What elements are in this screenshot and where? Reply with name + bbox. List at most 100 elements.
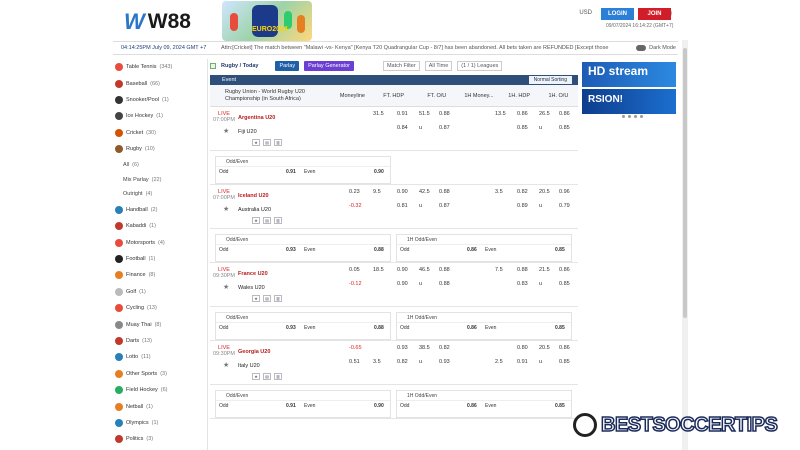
odds-value[interactable]: 0.85	[517, 125, 528, 131]
announcement-text[interactable]: Attn:[Cricket] The match between "Malawi…	[221, 45, 633, 51]
odd-value[interactable]: 0.91	[286, 167, 296, 177]
odds-value[interactable]: 0.88	[439, 281, 450, 287]
login-button[interactable]: LOGIN	[601, 8, 634, 20]
odds-value[interactable]: u	[539, 359, 542, 365]
odds-value[interactable]: 0.96	[559, 189, 570, 195]
parlay-button[interactable]: Parlay	[275, 60, 300, 71]
even-value[interactable]: 0.88	[374, 245, 384, 255]
odds-value[interactable]: u	[419, 125, 422, 131]
odds-value[interactable]: 31.5	[373, 111, 384, 117]
toggle-icon[interactable]	[636, 45, 647, 51]
odds-value[interactable]: 9.5	[373, 189, 381, 195]
odds-value[interactable]: -0.32	[349, 203, 362, 209]
odds-value[interactable]: 0.88	[439, 111, 450, 117]
odds-value[interactable]: 0.93	[397, 345, 408, 351]
odds-value[interactable]: 0.82	[439, 345, 450, 351]
odds-value[interactable]: 0.87	[439, 203, 450, 209]
odds-value[interactable]: u	[419, 281, 422, 287]
favorite-icon[interactable]: ★	[252, 139, 260, 146]
odds-value[interactable]: 18.5	[373, 267, 384, 273]
odds-value[interactable]: 0.81	[397, 203, 408, 209]
chart-icon[interactable]: ▥	[274, 139, 282, 146]
ad-stream[interactable]: HD stream	[582, 62, 676, 87]
odds-value[interactable]: 0.87	[439, 125, 450, 131]
carousel-dot[interactable]	[628, 115, 631, 118]
odds-value[interactable]: u	[419, 203, 422, 209]
sidebar-item[interactable]: Golf (1)	[113, 284, 207, 300]
parlay-generator-button[interactable]: Parlay Generator	[304, 60, 354, 71]
ad-banner[interactable]: HD stream RSION!	[582, 62, 676, 114]
even-value[interactable]: 0.85	[555, 245, 565, 255]
sidebar-item[interactable]: Rugby (10)	[113, 141, 207, 157]
odds-value[interactable]: 0.86	[517, 111, 528, 117]
even-value[interactable]: 0.90	[374, 401, 384, 411]
sidebar-item[interactable]: Kabaddi (1)	[113, 218, 207, 234]
favorite-star-icon[interactable]: ★	[223, 205, 229, 213]
sidebar-item[interactable]: Lotto (11)	[113, 349, 207, 365]
sidebar-item[interactable]: Baseball (66)	[113, 75, 207, 91]
sidebar-item[interactable]: Mix Parlay (22)	[113, 172, 207, 187]
favorite-star-icon[interactable]: ★	[223, 283, 229, 291]
odds-value[interactable]: 7.5	[495, 267, 503, 273]
stats-icon[interactable]: ▤	[263, 139, 271, 146]
chart-icon[interactable]: ▥	[274, 217, 282, 224]
time-select[interactable]: All Time	[424, 60, 453, 71]
odds-value[interactable]: 0.82	[397, 359, 408, 365]
sidebar-item[interactable]: Football (1)	[113, 251, 207, 267]
odds-value[interactable]: 0.88	[439, 189, 450, 195]
odds-value[interactable]: 13.5	[495, 111, 506, 117]
odds-value[interactable]: 0.79	[559, 203, 570, 209]
odds-value[interactable]: u	[539, 281, 542, 287]
odds-value[interactable]: 0.91	[397, 111, 408, 117]
odds-value[interactable]: 0.88	[517, 267, 528, 273]
favorite-icon[interactable]: ★	[252, 295, 260, 302]
odds-value[interactable]: 51.5	[419, 111, 430, 117]
odds-value[interactable]: 0.90	[397, 267, 408, 273]
sidebar-item[interactable]: All (6)	[113, 157, 207, 172]
chart-icon[interactable]: ▥	[274, 295, 282, 302]
odds-value[interactable]: 2.5	[495, 359, 503, 365]
sidebar-item[interactable]: Netball (1)	[113, 398, 207, 414]
ad-version[interactable]: RSION!	[582, 89, 676, 114]
scrollbar-thumb[interactable]	[683, 48, 687, 318]
odds-value[interactable]: 42.5	[419, 189, 430, 195]
odds-value[interactable]: 0.89	[517, 203, 528, 209]
sidebar-item[interactable]: Table Tennis (343)	[113, 59, 207, 75]
carousel-dots[interactable]	[622, 115, 643, 118]
even-value[interactable]: 0.90	[374, 167, 384, 177]
odds-value[interactable]: 21.5	[539, 267, 550, 273]
sidebar-item[interactable]: Cricket (30)	[113, 125, 207, 141]
sidebar-item[interactable]: Handball (2)	[113, 202, 207, 218]
league-name[interactable]: Rugby Union - World Rugby U20 Championsh…	[210, 89, 333, 103]
odd-value[interactable]: 0.86	[467, 323, 477, 333]
odds-value[interactable]: 0.90	[397, 281, 408, 287]
odds-value[interactable]: 0.85	[559, 125, 570, 131]
scrollbar[interactable]	[682, 40, 688, 450]
favorite-star-icon[interactable]: ★	[223, 127, 229, 135]
odds-value[interactable]: 3.5	[373, 359, 381, 365]
sidebar-item[interactable]: Muay Thai (8)	[113, 316, 207, 332]
odds-value[interactable]: 0.86	[559, 345, 570, 351]
odds-value[interactable]: 0.85	[559, 359, 570, 365]
favorite-icon[interactable]: ★	[252, 373, 260, 380]
carousel-dot[interactable]	[640, 115, 643, 118]
odds-value[interactable]: 0.85	[559, 281, 570, 287]
currency-select[interactable]: USD	[579, 10, 592, 16]
select-checkbox[interactable]	[210, 62, 216, 69]
sidebar-item[interactable]: Other Sports (3)	[113, 366, 207, 382]
dark-mode-toggle[interactable]: Dark Mode	[633, 45, 678, 51]
odd-value[interactable]: 0.91	[286, 401, 296, 411]
odds-value[interactable]: 3.5	[495, 189, 503, 195]
odds-value[interactable]: -0.65	[349, 345, 362, 351]
sidebar-item[interactable]: Finance (8)	[113, 267, 207, 283]
stats-icon[interactable]: ▤	[263, 373, 271, 380]
odds-value[interactable]: u	[539, 125, 542, 131]
sidebar-item[interactable]: Field Hockey (6)	[113, 382, 207, 398]
odds-value[interactable]: 0.83	[517, 281, 528, 287]
carousel-dot[interactable]	[634, 115, 637, 118]
sidebar-item[interactable]: Darts (13)	[113, 333, 207, 349]
odds-value[interactable]: 0.86	[559, 267, 570, 273]
favorite-icon[interactable]: ★	[252, 217, 260, 224]
odds-value[interactable]: u	[419, 359, 422, 365]
odds-value[interactable]: u	[539, 203, 542, 209]
